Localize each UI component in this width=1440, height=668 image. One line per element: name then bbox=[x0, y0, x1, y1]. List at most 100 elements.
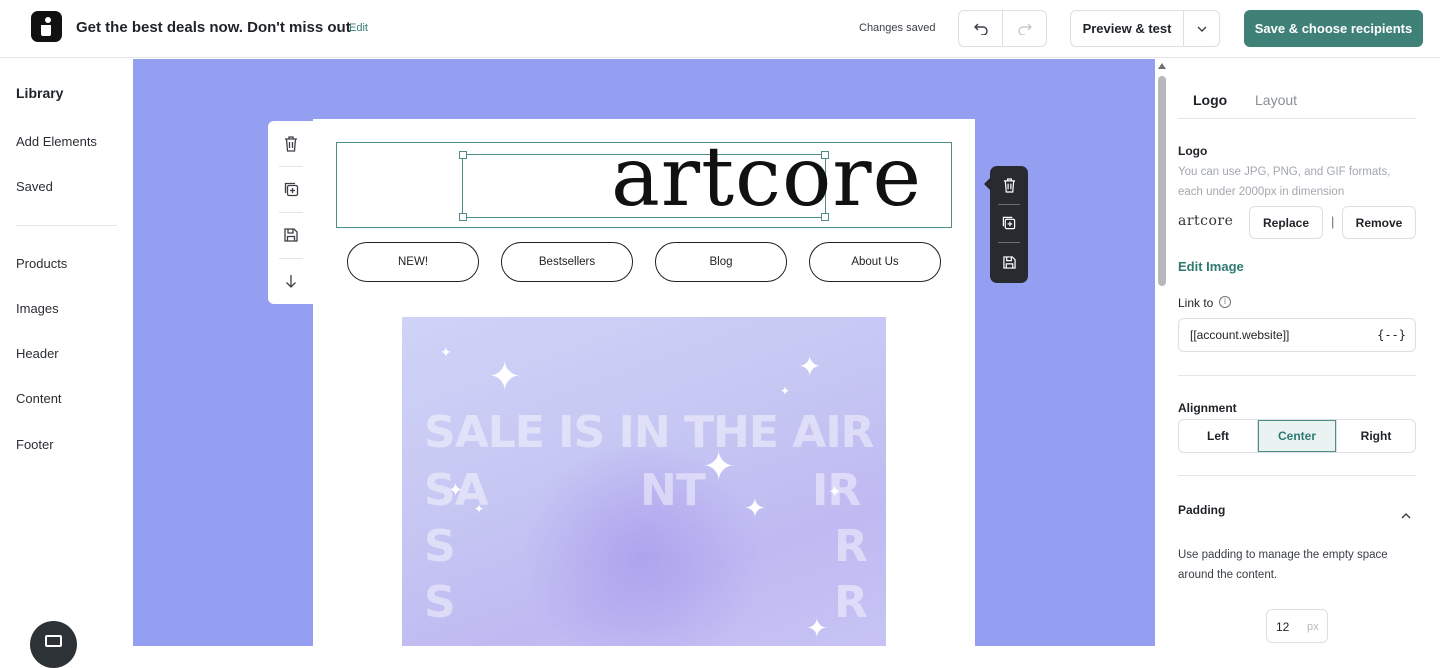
chat-icon bbox=[45, 635, 62, 647]
hero-repeat-fragment: S bbox=[424, 577, 456, 628]
logo-block-selected[interactable]: artcore bbox=[336, 137, 952, 228]
tab-logo[interactable]: Logo bbox=[1193, 92, 1227, 108]
preview-test-button[interactable]: Preview & test bbox=[1071, 11, 1183, 46]
nav-button-bestsellers[interactable]: Bestsellers bbox=[501, 242, 633, 282]
padding-label: Padding bbox=[1178, 503, 1226, 517]
canvas-scrollbar[interactable] bbox=[1155, 59, 1169, 646]
top-bar: Get the best deals now. Don't miss out E… bbox=[0, 0, 1440, 58]
trash-icon bbox=[1003, 177, 1015, 193]
sidebar-item-images[interactable]: Images bbox=[16, 301, 59, 316]
undo-icon bbox=[973, 23, 988, 35]
save-element-button[interactable] bbox=[999, 252, 1019, 272]
logo-thumbnail: artcore bbox=[1178, 213, 1234, 229]
resize-handle[interactable] bbox=[821, 213, 829, 221]
logo-image-selection[interactable]: artcore bbox=[459, 137, 921, 221]
sparkle-icon: ✦ bbox=[702, 445, 736, 489]
library-sidebar: Library Add Elements Saved Products Imag… bbox=[0, 59, 133, 668]
info-icon[interactable]: i bbox=[1219, 296, 1231, 308]
chevron-down-icon bbox=[1197, 26, 1206, 32]
resize-handle[interactable] bbox=[459, 151, 467, 159]
duplicate-block-button[interactable] bbox=[280, 178, 302, 200]
redo-button[interactable] bbox=[1002, 11, 1046, 46]
duplicate-element-button[interactable] bbox=[999, 213, 1019, 233]
hero-repeat-fragment: R bbox=[834, 521, 868, 572]
scrollbar-thumb[interactable] bbox=[1158, 76, 1166, 286]
artcore-logo: artcore bbox=[611, 130, 923, 225]
sparkle-icon: ✦ bbox=[440, 344, 452, 360]
delete-block-button[interactable] bbox=[280, 133, 302, 155]
link-to-label: Link to bbox=[1178, 296, 1214, 310]
sparkle-icon: ✦ bbox=[488, 355, 522, 399]
logo-section-label: Logo bbox=[1178, 144, 1208, 158]
save-icon bbox=[1002, 255, 1016, 269]
nav-button-about-us[interactable]: About Us bbox=[809, 242, 941, 282]
resize-handle[interactable] bbox=[459, 213, 467, 221]
preview-options-button[interactable] bbox=[1183, 11, 1219, 46]
padding-help-text: Use padding to manage the empty space ar… bbox=[1178, 549, 1388, 581]
edit-title-link[interactable]: Edit bbox=[349, 22, 368, 34]
edit-image-link[interactable]: Edit Image bbox=[1178, 259, 1244, 274]
duplicate-icon bbox=[1002, 216, 1016, 230]
sidebar-item-header[interactable]: Header bbox=[16, 346, 59, 361]
block-toolbar bbox=[268, 121, 314, 304]
app-logo-icon[interactable] bbox=[31, 11, 62, 42]
save-block-button[interactable] bbox=[280, 224, 302, 246]
undo-redo-group bbox=[958, 10, 1047, 47]
variable-icon[interactable]: {--} bbox=[1377, 319, 1406, 351]
hero-headline: SALE IS IN THE AIR bbox=[424, 407, 875, 458]
alignment-segmented-control: Left Center Right bbox=[1178, 419, 1416, 453]
save-status: Changes saved bbox=[859, 22, 936, 34]
tab-layout[interactable]: Layout bbox=[1255, 92, 1297, 108]
collapse-padding-button[interactable] bbox=[1401, 506, 1411, 524]
link-url-input[interactable]: [[account.website]] {--} bbox=[1178, 318, 1416, 352]
sidebar-divider bbox=[16, 225, 117, 226]
email-body: artcore NEW! Bestsellers Blog About Us S… bbox=[313, 119, 975, 646]
duplicate-icon bbox=[284, 182, 298, 196]
delete-element-button[interactable] bbox=[999, 175, 1019, 195]
resize-handle[interactable] bbox=[821, 151, 829, 159]
alignment-label: Alignment bbox=[1178, 401, 1237, 415]
sparkle-icon: ✦ bbox=[828, 484, 842, 501]
hero-image[interactable]: SALE IS IN THE AIR SA NT IR S R S R ✦ ✦ … bbox=[402, 317, 886, 646]
chevron-up-icon bbox=[1401, 513, 1411, 519]
trash-icon bbox=[285, 136, 297, 152]
button-separator: | bbox=[1331, 214, 1335, 229]
padding-unit: px bbox=[1307, 621, 1319, 633]
padding-input[interactable]: 12 px bbox=[1266, 609, 1328, 643]
properties-panel: Logo Layout Logo You can use JPG, PNG, a… bbox=[1169, 59, 1440, 646]
replace-logo-button[interactable]: Replace bbox=[1249, 206, 1323, 239]
nav-button-blog[interactable]: Blog bbox=[655, 242, 787, 282]
email-canvas[interactable]: artcore NEW! Bestsellers Blog About Us S… bbox=[133, 59, 1155, 646]
align-center-button[interactable]: Center bbox=[1257, 420, 1336, 452]
sidebar-item-saved[interactable]: Saved bbox=[16, 179, 53, 194]
sparkle-icon: ✦ bbox=[744, 493, 766, 523]
scroll-up-icon[interactable] bbox=[1158, 63, 1166, 69]
align-right-button[interactable]: Right bbox=[1336, 420, 1415, 452]
save-icon bbox=[284, 228, 298, 242]
save-choose-recipients-button[interactable]: Save & choose recipients bbox=[1244, 10, 1423, 47]
sparkle-icon: ✦ bbox=[780, 384, 791, 398]
move-down-button[interactable] bbox=[280, 270, 302, 292]
redo-icon bbox=[1017, 23, 1032, 35]
campaign-title: Get the best deals now. Don't miss out bbox=[76, 19, 351, 36]
undo-button[interactable] bbox=[959, 11, 1002, 46]
logo-element-toolbar bbox=[984, 166, 1028, 283]
arrow-down-icon bbox=[286, 275, 296, 288]
sparkle-icon: ✦ bbox=[806, 613, 828, 643]
hero-repeat-fragment: NT bbox=[640, 465, 706, 516]
hero-repeat-fragment: S bbox=[424, 521, 456, 572]
chat-button[interactable] bbox=[30, 621, 77, 668]
sidebar-item-add-elements[interactable]: Add Elements bbox=[16, 134, 97, 149]
sparkle-icon: ✦ bbox=[448, 480, 464, 500]
logo-help-text: You can use JPG, PNG, and GIF formats, e… bbox=[1178, 166, 1391, 198]
sidebar-item-footer[interactable]: Footer bbox=[16, 437, 54, 452]
sparkle-icon: ✦ bbox=[798, 351, 822, 382]
hero-repeat-fragment: R bbox=[834, 577, 868, 628]
sidebar-item-content[interactable]: Content bbox=[16, 391, 62, 406]
library-title: Library bbox=[16, 85, 64, 101]
sidebar-item-products[interactable]: Products bbox=[16, 256, 67, 271]
align-left-button[interactable]: Left bbox=[1179, 420, 1257, 452]
preview-group: Preview & test bbox=[1070, 10, 1220, 47]
remove-logo-button[interactable]: Remove bbox=[1342, 206, 1416, 239]
nav-button-new[interactable]: NEW! bbox=[347, 242, 479, 282]
